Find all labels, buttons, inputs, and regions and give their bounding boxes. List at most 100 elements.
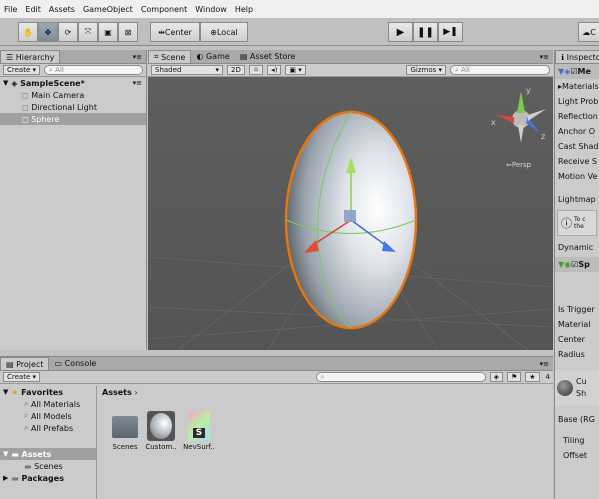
move-tool-button[interactable]: ✥ bbox=[38, 22, 58, 42]
transform-icon: ⊠ bbox=[124, 27, 132, 37]
star-icon: ★ bbox=[11, 387, 19, 397]
scene-viewport[interactable]: y x z ⇐Persp bbox=[148, 77, 553, 350]
tab-scene[interactable]: ⌗ Scene bbox=[148, 50, 192, 63]
tab-hierarchy[interactable]: ☰ Hierarchy bbox=[0, 50, 61, 63]
favorite-all-models[interactable]: ⌕ All Models bbox=[0, 410, 96, 422]
filter-by-label-button[interactable]: ⚑ bbox=[506, 372, 522, 382]
panel-menu-icon[interactable]: ▾≡ bbox=[540, 53, 549, 61]
insp-lightmap: Lightmap bbox=[558, 195, 596, 204]
star-icon: ★ bbox=[529, 373, 536, 381]
rect-tool-button[interactable]: ▣ bbox=[98, 22, 118, 42]
hierarchy-panel: ☰ Hierarchy ▾≡ Create ▾ ⌕ All ▼ ◈ Sample… bbox=[0, 50, 147, 350]
insp-materials[interactable]: ▸ Materials bbox=[555, 79, 599, 94]
sphere-collider-header[interactable]: ▼◉ ☑ Sp bbox=[555, 257, 599, 272]
filter-by-type-button[interactable]: ◈ bbox=[489, 372, 503, 382]
mesh-renderer-header[interactable]: ▼◈ ☑ Me bbox=[555, 64, 599, 79]
tab-console[interactable]: ▭ Console bbox=[49, 357, 101, 370]
insp-dynamic: Dynamic bbox=[558, 243, 594, 252]
search-icon: ⌕ bbox=[24, 423, 29, 432]
insp-radius: Radius bbox=[558, 350, 585, 359]
scene-search-input[interactable]: ⌕ All bbox=[450, 65, 550, 75]
store-icon: ▤ bbox=[239, 52, 248, 61]
shading-mode-dropdown[interactable]: Shaded ▾ bbox=[151, 65, 223, 75]
scene-menu-icon[interactable]: ▾≡ bbox=[133, 79, 142, 87]
audio-toggle[interactable]: ◂) bbox=[267, 65, 282, 75]
pause-button[interactable]: ❚❚ bbox=[413, 22, 438, 42]
menu-gameobject[interactable]: GameObject bbox=[83, 5, 133, 14]
collab-button[interactable]: ☁ C bbox=[578, 22, 599, 42]
play-controls: ▶ ❚❚ ▶❚ bbox=[388, 22, 463, 42]
insp-motion-vectors: Motion Ve bbox=[558, 172, 598, 181]
panel-menu-icon[interactable]: ▾≡ bbox=[540, 360, 549, 368]
menu-file[interactable]: File bbox=[4, 5, 17, 14]
axis-x-label: x bbox=[491, 118, 496, 127]
scene-root-row[interactable]: ▼ ◈ SampleScene* ▾≡ bbox=[0, 77, 146, 89]
mesh-icon: ▼◈ bbox=[558, 67, 571, 76]
enable-checkbox[interactable]: ☑ bbox=[571, 260, 578, 269]
scale-icon: ⤧ bbox=[84, 27, 92, 36]
step-icon: ▶❚ bbox=[443, 27, 458, 37]
menu-help[interactable]: Help bbox=[235, 5, 253, 14]
tab-game[interactable]: ◐ Game bbox=[191, 50, 234, 63]
project-panel: ▤ Project ▭ Console ▾≡ Create ▾ ⌕ ◈ ⚑ ★ … bbox=[0, 356, 553, 499]
insp-receive-shadows: Receive S bbox=[558, 157, 597, 166]
step-button[interactable]: ▶❚ bbox=[438, 22, 463, 42]
menu-window[interactable]: Window bbox=[195, 5, 227, 14]
hierarchy-item-main-camera[interactable]: ◻ Main Camera bbox=[0, 89, 146, 101]
material-header[interactable]: Cu Sh bbox=[555, 370, 599, 406]
tab-inspector[interactable]: ℹ Inspector bbox=[555, 50, 599, 63]
hand-tool-button[interactable]: ✋ bbox=[18, 22, 38, 42]
console-icon: ▭ bbox=[54, 359, 63, 368]
hierarchy-search-input[interactable]: ⌕ All bbox=[44, 65, 143, 75]
rotate-tool-button[interactable]: ⟳ bbox=[58, 22, 78, 42]
filter-icon: ◈ bbox=[493, 373, 499, 381]
tab-project[interactable]: ▤ Project bbox=[0, 357, 50, 370]
menu-assets[interactable]: Assets bbox=[49, 5, 75, 14]
assets-breadcrumb[interactable]: Assets › bbox=[98, 386, 553, 398]
panel-menu-icon[interactable]: ▾≡ bbox=[133, 53, 142, 61]
pause-icon: ❚❚ bbox=[417, 26, 434, 38]
gizmos-dropdown[interactable]: Gizmos ▾ bbox=[406, 65, 446, 75]
lighting-toggle[interactable]: ☼ bbox=[248, 65, 264, 75]
hierarchy-item-directional-light[interactable]: ◻ Directional Light bbox=[0, 101, 146, 113]
asset-item-shader[interactable]: S NevSurf.. bbox=[182, 411, 216, 451]
packages-tree-row[interactable]: ▶ ▬ Packages bbox=[0, 472, 96, 484]
scale-tool-button[interactable]: ⤧ bbox=[78, 22, 98, 42]
unity-scene-icon: ◈ bbox=[11, 78, 18, 88]
favorites-button[interactable]: ★ bbox=[525, 372, 540, 382]
assets-tree-row[interactable]: ▼ ▬ Assets bbox=[0, 448, 96, 460]
project-search-input[interactable]: ⌕ bbox=[315, 372, 486, 382]
favorite-all-prefabs[interactable]: ⌕ All Prefabs bbox=[0, 422, 96, 434]
project-subbar: Create ▾ ⌕ ◈ ⚑ ★ 4 bbox=[0, 371, 553, 384]
axis-z-label: z bbox=[541, 132, 545, 141]
play-button[interactable]: ▶ bbox=[388, 22, 413, 42]
speaker-icon: ◂) bbox=[271, 66, 278, 74]
insp-material: Material bbox=[558, 320, 591, 329]
hierarchy-create-button[interactable]: Create ▾ bbox=[3, 65, 41, 75]
pivot-local-button[interactable]: ⊕ Local bbox=[200, 22, 248, 42]
scene-subbar: Shaded ▾ 2D ☼ ◂) ▣ ▾ Gizmos ▾ ⌕ All bbox=[148, 64, 553, 77]
favorite-all-materials[interactable]: ⌕ All Materials bbox=[0, 398, 96, 410]
asset-item-material[interactable]: Custom.. bbox=[144, 411, 178, 451]
hierarchy-item-sphere[interactable]: ◻ Sphere bbox=[0, 113, 146, 125]
project-create-button[interactable]: Create ▾ bbox=[3, 372, 41, 382]
menu-component[interactable]: Component bbox=[141, 5, 187, 14]
tag-icon: ⚑ bbox=[510, 373, 518, 381]
favorites-row[interactable]: ▼ ★ Favorites bbox=[0, 386, 96, 398]
effects-dropdown[interactable]: ▣ ▾ bbox=[285, 65, 306, 75]
enable-checkbox[interactable]: ☑ bbox=[570, 67, 577, 76]
project-tree: ▼ ★ Favorites ⌕ All Materials ⌕ All Mode… bbox=[0, 386, 97, 499]
pivot-center-button[interactable]: ⇹ Center bbox=[150, 22, 200, 42]
plane-handle[interactable] bbox=[344, 210, 356, 222]
tab-asset-store[interactable]: ▤ Asset Store bbox=[235, 50, 301, 63]
hierarchy-tabbar: ☰ Hierarchy ▾≡ bbox=[0, 50, 146, 64]
mode-2d-toggle[interactable]: 2D bbox=[227, 65, 245, 75]
scene-panel: ⌗ Scene ◐ Game ▤ Asset Store ▾≡ Shaded ▾ … bbox=[148, 50, 553, 350]
persp-label[interactable]: ⇐Persp bbox=[506, 161, 532, 169]
asset-item-scenes[interactable]: Scenes bbox=[108, 416, 142, 451]
transform-tool-button[interactable]: ⊠ bbox=[118, 22, 138, 42]
inspector-tabbar: ℹ Inspector bbox=[555, 50, 599, 64]
insp-offset: Offset bbox=[563, 451, 588, 460]
menu-edit[interactable]: Edit bbox=[25, 5, 41, 14]
tree-scenes-folder[interactable]: ▬ Scenes bbox=[0, 460, 96, 472]
